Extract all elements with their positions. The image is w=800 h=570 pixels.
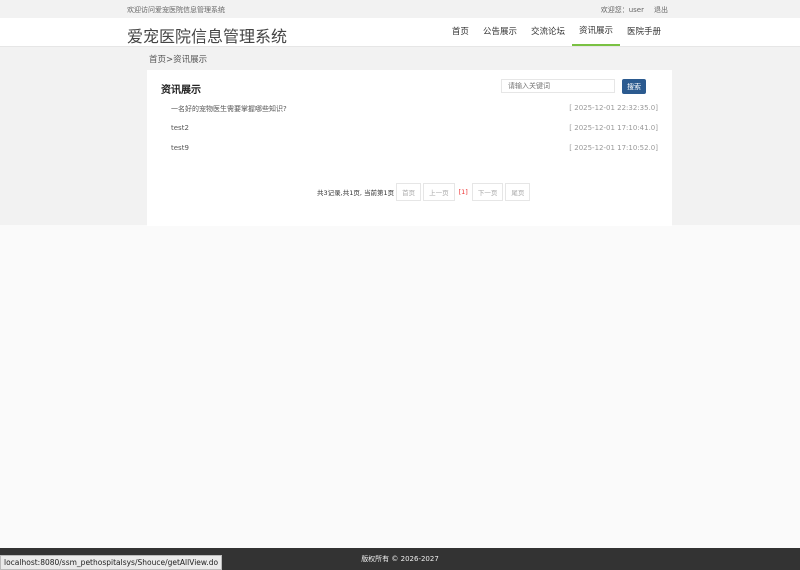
welcome-text: 欢迎访问爱宠医院信息管理系统 [127,6,225,14]
list-item[interactable]: 一名好的宠物医生需要掌握哪些知识? [ 2025-12-01 22:32:35.0… [171,104,658,116]
breadcrumb: 首页>资讯展示 [149,55,208,65]
content-band: 首页>资讯展示 资讯展示 搜索 一名好的宠物医生需要掌握哪些知识? [ 2025-… [0,46,800,226]
list-item[interactable]: test9 [ 2025-12-01 17:10:52.0] [171,144,658,156]
top-bar: 欢迎访问爱宠医院信息管理系统 欢迎您：user 退出 [0,0,800,18]
logout-link[interactable]: 退出 [654,5,668,15]
header: 爱宠医院信息管理系统 首页 公告展示 交流论坛 资讯展示 医院手册 [0,18,800,46]
next-page-button[interactable]: 下一页 [471,183,504,201]
prev-page-button[interactable]: 上一页 [423,183,455,201]
pagination: 共3记录,共1页, 当前第1页 首页 上一页 [1] 下一页 尾页 [317,183,531,201]
nav-manual[interactable]: 医院手册 [620,18,668,46]
item-date: [ 2025-12-01 22:32:35.0] [569,104,658,112]
status-bar-url: localhost:8080/ssm_pethospitalsys/Shouce… [0,555,223,570]
pager-summary: 共3记录,共1页, 当前第1页 [317,189,395,197]
last-page-button[interactable]: 尾页 [505,183,531,201]
nav-notices[interactable]: 公告展示 [476,18,524,46]
nav-forum[interactable]: 交流论坛 [524,18,572,46]
item-date: [ 2025-12-01 17:10:41.0] [569,124,658,132]
list-item[interactable]: test2 [ 2025-12-01 17:10:41.0] [171,124,658,136]
item-date: [ 2025-12-01 17:10:52.0] [569,144,658,152]
search-button[interactable]: 搜索 [622,79,646,94]
current-page: [1] [458,188,468,196]
page-title: 资讯展示 [161,85,201,96]
first-page-button[interactable]: 首页 [396,183,422,201]
site-logo[interactable]: 爱宠医院信息管理系统 [127,23,287,47]
main-nav: 首页 公告展示 交流论坛 资讯展示 医院手册 [445,18,668,46]
nav-news[interactable]: 资讯展示 [571,18,620,46]
nav-home[interactable]: 首页 [445,18,476,46]
search-input[interactable] [501,79,615,93]
item-title[interactable]: 一名好的宠物医生需要掌握哪些知识? [171,104,287,116]
item-title[interactable]: test9 [171,144,189,156]
item-title[interactable]: test2 [171,124,189,136]
news-panel: 资讯展示 搜索 一名好的宠物医生需要掌握哪些知识? [ 2025-12-01 22… [147,70,672,226]
user-greeting: 欢迎您：user [600,6,644,14]
